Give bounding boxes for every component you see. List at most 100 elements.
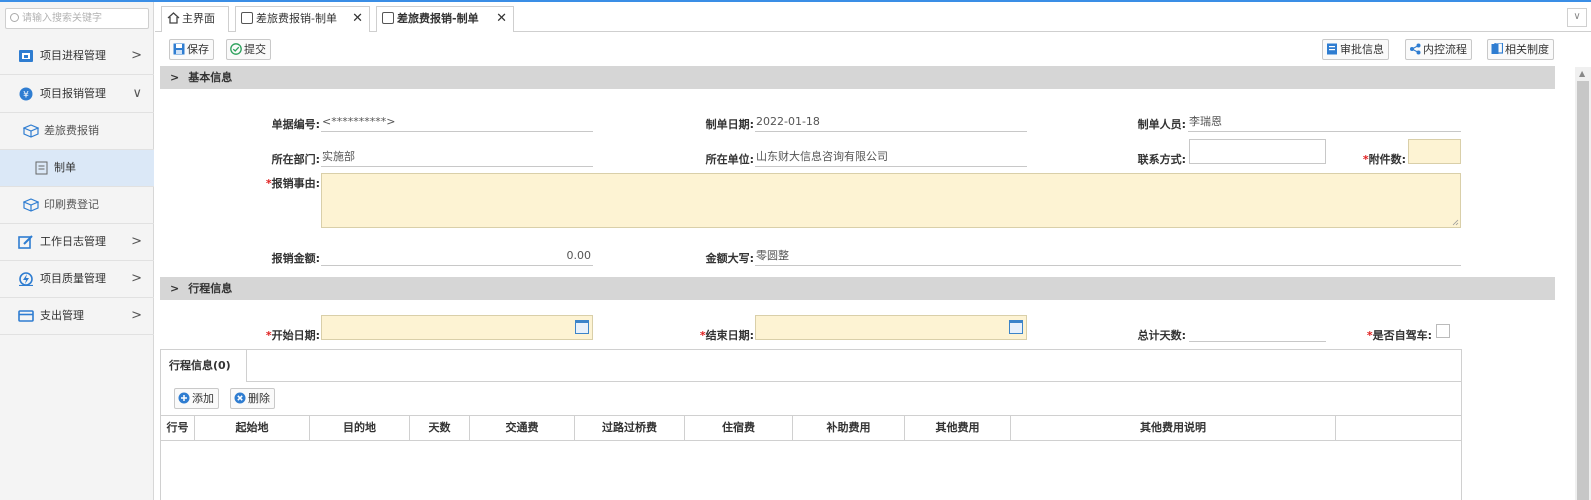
calendar-icon[interactable] (575, 320, 589, 334)
add-row-button[interactable]: 添加 (174, 388, 219, 409)
amount-value: 0.00 (321, 248, 593, 266)
column-header[interactable]: 行号 (161, 416, 195, 440)
search-doc-icon (241, 12, 253, 24)
approval-info-button[interactable]: 审批信息 (1322, 39, 1389, 60)
sidebar: 请输入搜索关键字 项目进程管理 > ¥ 项目报销管理 ∨ 差旅费报销 制单 印刷… (0, 2, 154, 500)
lightning-icon (19, 272, 33, 286)
end-date-input[interactable] (755, 315, 1027, 340)
end-date-label: *结束日期: (690, 327, 754, 343)
tab-travel-draft-1[interactable]: 差旅费报销-制单 ✕ (235, 6, 370, 32)
card-icon (18, 310, 34, 322)
tab-label: 差旅费报销-制单 (256, 12, 337, 25)
search-input[interactable]: 请输入搜索关键字 (5, 8, 149, 29)
unit-value: 山东财大信息咨询有限公司 (755, 149, 1027, 167)
column-header[interactable]: 目的地 (310, 416, 410, 440)
submit-label: 提交 (244, 43, 266, 56)
plus-circle-icon (178, 392, 190, 404)
sidebar-item-label: 项目报销管理 (40, 87, 106, 100)
self-drive-label-text: 是否自驾车: (1372, 329, 1432, 342)
search-icon (10, 13, 19, 22)
calendar-icon[interactable] (1009, 320, 1023, 334)
sidebar-item-label: 制单 (54, 161, 76, 174)
start-date-input[interactable] (321, 315, 593, 340)
column-header[interactable]: 其他费用 (905, 416, 1011, 440)
doc-no-label: 单据编号: (271, 118, 320, 131)
attach-label: *附件数: (1352, 151, 1406, 167)
trip-grid: 行程信息(0) 添加 删除 行号 起始地 目的地 天数 交通费 过路过桥费 住宿… (160, 349, 1462, 500)
chevron-right-icon: > (131, 234, 142, 249)
self-drive-label: *是否自驾车: (1352, 327, 1432, 343)
date-value: 2022-01-18 (755, 114, 1027, 132)
section-title: 行程信息 (188, 282, 233, 295)
resize-grip-icon[interactable] (1452, 219, 1459, 226)
toolbar: 保存 提交 审批信息 内控流程 相关制度 (155, 33, 1591, 66)
reason-textarea[interactable] (321, 173, 1461, 228)
attachment-count-input[interactable] (1408, 139, 1461, 164)
internal-flow-button[interactable]: 内控流程 (1405, 39, 1472, 60)
dept-label: 所在部门: (271, 153, 320, 166)
home-icon (167, 12, 180, 24)
grid-header-row: 行号 起始地 目的地 天数 交通费 过路过桥费 住宿费 补助费用 其他费用 其他… (161, 415, 1461, 441)
scrollbar-thumb[interactable] (1577, 81, 1589, 500)
vertical-scrollbar[interactable]: ▲ (1575, 67, 1591, 500)
submit-button[interactable]: 提交 (226, 39, 271, 60)
column-header[interactable]: 起始地 (195, 416, 310, 440)
sidebar-item-project-progress[interactable]: 项目进程管理 > (0, 38, 154, 75)
share-flow-icon (1410, 43, 1421, 55)
amount-label: 报销金额: (271, 252, 320, 265)
tab-list-dropdown[interactable]: ∨ (1567, 8, 1587, 27)
column-header[interactable]: 交通费 (470, 416, 575, 440)
scroll-up-icon[interactable]: ▲ (1579, 69, 1585, 78)
amount-upper-label: 金额大写: (705, 252, 754, 265)
book-icon (1491, 43, 1503, 54)
chevron-right-icon: > (170, 282, 180, 295)
chevron-right-icon: > (131, 48, 142, 63)
sidebar-item-expense-management[interactable]: 支出管理 > (0, 298, 154, 335)
tab-home[interactable]: 主界面 (161, 6, 229, 32)
chevron-right-icon: > (170, 71, 180, 84)
column-header[interactable]: 住宿费 (685, 416, 793, 440)
sidebar-item-project-reimbursement[interactable]: ¥ 项目报销管理 ∨ (0, 76, 154, 113)
section-basic-info[interactable]: > 基本信息 (160, 66, 1555, 89)
close-icon[interactable]: ✕ (496, 7, 507, 31)
creator-label: 制单人员: (1137, 118, 1186, 131)
sidebar-item-label: 印刷费登记 (44, 198, 99, 211)
approval-doc-icon (1327, 43, 1337, 55)
column-header[interactable]: 其他费用说明 (1011, 416, 1336, 440)
save-button[interactable]: 保存 (169, 39, 214, 60)
tab-travel-draft-2[interactable]: 差旅费报销-制单 ✕ (376, 6, 514, 32)
sidebar-item-create-document[interactable]: 制单 (0, 150, 154, 187)
sidebar-item-work-log[interactable]: 工作日志管理 > (0, 224, 154, 261)
close-icon[interactable]: ✕ (352, 7, 363, 31)
internal-flow-label: 内控流程 (1423, 43, 1467, 56)
reason-label: *报销事由: (256, 175, 320, 191)
self-drive-checkbox[interactable] (1436, 324, 1450, 338)
edit-log-icon (18, 235, 33, 249)
document-icon (382, 12, 394, 24)
sidebar-item-travel-reimbursement[interactable]: 差旅费报销 (0, 113, 154, 150)
section-title: 基本信息 (188, 71, 233, 84)
start-date-label-text: 开始日期: (271, 329, 320, 342)
section-trip-info[interactable]: > 行程信息 (160, 277, 1555, 300)
contact-input[interactable] (1189, 139, 1326, 164)
column-header[interactable]: 过路过桥费 (575, 416, 685, 440)
column-header[interactable]: 天数 (410, 416, 470, 440)
delete-row-button[interactable]: 删除 (230, 388, 275, 409)
grid-tab-trip[interactable]: 行程信息(0) (161, 350, 247, 382)
save-label: 保存 (187, 43, 209, 56)
related-rules-button[interactable]: 相关制度 (1487, 39, 1554, 60)
doc-no-value: <**********> (321, 114, 593, 132)
sidebar-item-label: 项目质量管理 (40, 272, 106, 285)
tab-label: 差旅费报销-制单 (397, 12, 479, 25)
column-header[interactable]: 补助费用 (793, 416, 905, 440)
sidebar-item-printing-registration[interactable]: 印刷费登记 (0, 187, 154, 224)
box-icon (23, 198, 39, 212)
project-board-icon (19, 50, 33, 62)
chevron-right-icon: > (131, 308, 142, 323)
amount-upper-value: 零圆整 (755, 248, 1461, 266)
total-days-label: 总计天数: (1137, 329, 1186, 342)
chevron-right-icon: > (131, 271, 142, 286)
sidebar-item-project-quality[interactable]: 项目质量管理 > (0, 261, 154, 298)
svg-text:¥: ¥ (23, 91, 29, 101)
creator-value: 李瑞恩 (1188, 114, 1461, 132)
